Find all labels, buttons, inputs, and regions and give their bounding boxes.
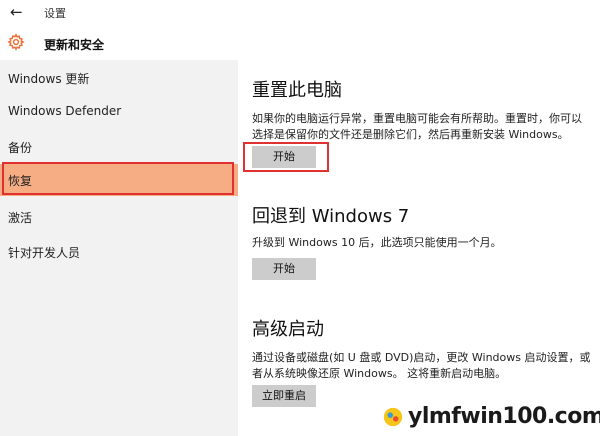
page-header: 更新和安全: [0, 28, 600, 58]
window-title: 设置: [44, 7, 66, 20]
watermark-logo-icon: [383, 407, 403, 427]
section-description-advanced-startup: 通过设备或磁盘(如 U 盘或 DVD)启动，更改 Windows 启动设置，或者…: [252, 351, 591, 380]
sidebar: Windows 更新 Windows Defender 备份 恢复 激活 针对开…: [0, 60, 238, 436]
sidebar-item-activation[interactable]: 激活: [0, 201, 238, 233]
sidebar-item-windows-defender[interactable]: Windows Defender: [0, 96, 238, 128]
section-description-go-back: 升级到 Windows 10 后，此选项只能使用一个月。: [252, 236, 502, 249]
gear-icon: [7, 33, 25, 51]
go-back-start-button[interactable]: 开始: [252, 258, 316, 280]
sidebar-item-label: 激活: [8, 211, 33, 225]
sidebar-item-for-developers[interactable]: 针对开发人员: [0, 236, 238, 268]
back-arrow-icon[interactable]: ←: [10, 4, 23, 20]
sidebar-item-label: Windows Defender: [8, 104, 122, 118]
watermark: ylmfwin100.com: [382, 404, 600, 430]
sidebar-item-label: Windows 更新: [8, 72, 90, 86]
page-title: 更新和安全: [44, 38, 105, 52]
section-description-reset-pc: 如果你的电脑运行异常，重置电脑可能会有所帮助。重置时，你可以选择是保留你的文件还…: [252, 112, 582, 141]
section-title-reset-pc: 重置此电脑: [252, 80, 342, 101]
main-content: 重置此电脑 如果你的电脑运行异常，重置电脑可能会有所帮助。重置时，你可以选择是保…: [238, 60, 600, 436]
section-title-advanced-startup: 高级启动: [252, 319, 324, 340]
sidebar-item-label: 备份: [8, 141, 33, 155]
sidebar-item-label: 针对开发人员: [8, 246, 81, 260]
selected-item-highlight: [2, 162, 234, 195]
sidebar-item-backup[interactable]: 备份: [0, 131, 238, 163]
section-title-go-back: 回退到 Windows 7: [252, 206, 410, 227]
reset-pc-start-button[interactable]: 开始: [252, 146, 316, 168]
watermark-text: ylmfwin100.com: [408, 404, 600, 429]
title-bar: ← 设置: [0, 0, 600, 26]
sidebar-item-windows-update[interactable]: Windows 更新: [0, 62, 238, 94]
restart-now-button[interactable]: 立即重启: [252, 385, 316, 407]
